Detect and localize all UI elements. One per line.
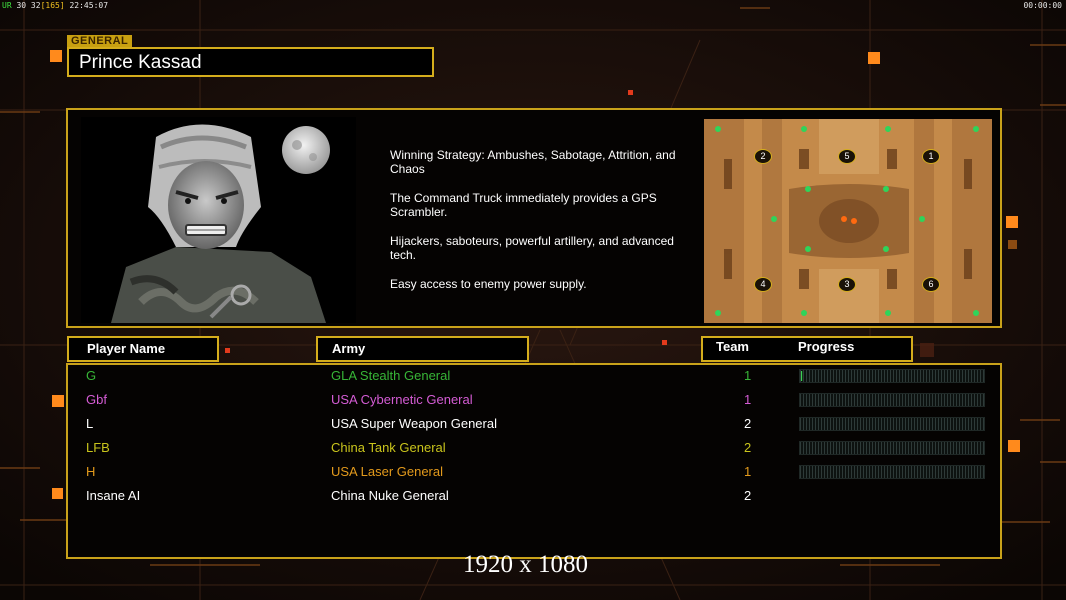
description-line: Winning Strategy: Ambushes, Sabotage, At… [390,148,676,176]
players-list: G GLA Stealth General 1 Gbf USA Cybernet… [66,363,1002,559]
player-team: 2 [744,440,752,455]
load-progress-bar [799,465,985,479]
load-progress-fill [801,371,803,381]
player-name: G [86,368,97,383]
resolution-label: 1920 x 1080 [463,551,588,578]
player-army: China Nuke General [331,488,449,503]
clock-time: 22:45:07 [69,1,109,10]
strategy-description: Winning Strategy: Ambushes, Sabotage, At… [390,148,700,306]
player-army: USA Cybernetic General [331,392,473,407]
player-name: Insane AI [86,488,141,503]
load-progress-bar [799,441,985,455]
description-line: Hijackers, saboteurs, powerful artillery… [390,234,674,262]
general-section-label: GENERAL [67,35,133,47]
player-name: L [86,416,94,431]
player-name: LFB [86,440,110,455]
start-position-marker[interactable]: 2 [754,149,772,164]
frame-bracket: [165] [40,1,65,10]
player-team: 1 [744,464,752,479]
game-timer: 00:00:00 [1023,1,1062,10]
player-army: USA Super Weapon General [331,416,497,431]
frame-stats: 30 32 [16,1,41,10]
player-team: 2 [744,488,752,503]
fps-overlay: UR 30 32[165] 22:45:07 [2,1,108,10]
description-line: Easy access to enemy power supply. [390,277,587,291]
progress-header: Progress [798,339,855,354]
load-progress-bar [799,393,985,407]
player-row: Insane AI China Nuke General 2 [68,486,998,510]
player-army: China Tank General [331,440,446,455]
player-name: H [86,464,96,479]
player-row: G GLA Stealth General 1 [68,366,998,390]
player-army: USA Laser General [331,464,444,479]
start-position-marker[interactable]: 5 [838,149,856,164]
player-team: 2 [744,416,752,431]
player-name-header: Player Name [67,336,219,362]
start-position-marker[interactable]: 1 [922,149,940,164]
player-team: 1 [744,392,752,407]
team-header: Team [716,339,749,354]
army-header: Army [316,336,529,362]
description-line: The Command Truck immediately provides a… [390,191,657,219]
player-row: L USA Super Weapon General 2 [68,414,998,438]
player-row: LFB China Tank General 2 [68,438,998,462]
moon-icon [282,126,330,174]
general-name: Prince Kassad [67,47,434,77]
player-team: 1 [744,368,752,383]
start-position-marker[interactable]: 3 [838,277,856,292]
player-row: H USA Laser General 1 [68,462,998,486]
start-position-marker[interactable]: 6 [922,277,940,292]
player-name: Gbf [86,392,107,407]
player-army: GLA Stealth General [331,368,451,383]
player-row: Gbf USA Cybernetic General 1 [68,390,998,414]
start-position-marker[interactable]: 4 [754,277,772,292]
load-progress-bar [799,417,985,431]
map-preview[interactable]: 2 5 1 4 3 6 [704,119,992,323]
ur-label: UR [2,1,12,10]
load-progress-bar [799,369,985,383]
general-info-panel: Winning Strategy: Ambushes, Sabotage, At… [66,108,1002,328]
general-portrait [81,117,356,323]
